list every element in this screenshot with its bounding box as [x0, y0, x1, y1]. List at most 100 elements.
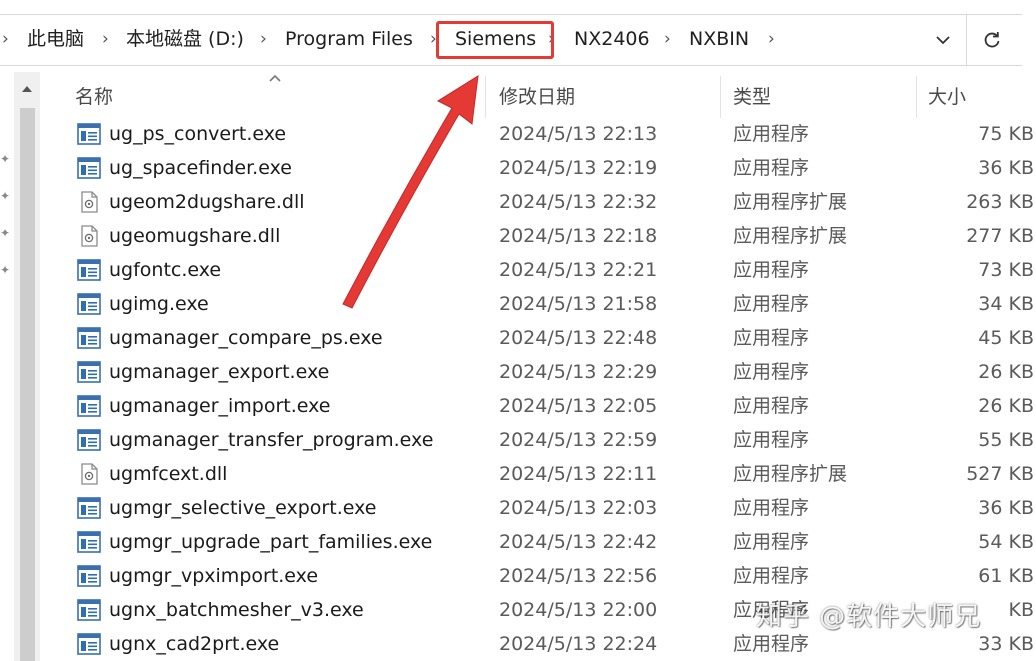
column-header-size[interactable]: 大小	[928, 85, 966, 109]
pin-icon: ✦	[0, 152, 11, 166]
file-size: 26 KB	[978, 361, 1034, 383]
column-divider[interactable]	[916, 76, 917, 118]
file-row[interactable]: ugfontc.exe 2024/5/13 22:21 应用程序 73 KB	[40, 253, 1036, 287]
file-name: ugimg.exe	[109, 293, 209, 315]
scroll-up-button[interactable]	[14, 76, 40, 102]
sort-ascending-icon	[268, 68, 282, 87]
address-bar[interactable]: › 此电脑 › 本地磁盘 (D:) › Program Files › Siem…	[0, 14, 1022, 66]
file-size: KB	[1008, 599, 1035, 621]
file-row[interactable]: ugmgr_selective_export.exe 2024/5/13 22:0…	[40, 491, 1036, 525]
dll-icon	[77, 191, 101, 213]
file-modified-date: 2024/5/13 22:21	[499, 259, 658, 281]
file-row[interactable]: ugmfcext.dll 2024/5/13 22:11 应用程序扩展 527 KB	[40, 457, 1036, 491]
file-row[interactable]: ugmanager_transfer_program.exe 2024/5/13 …	[40, 423, 1036, 457]
file-size: 527 KB	[966, 463, 1034, 485]
file-row[interactable]: ugeom2dugshare.dll 2024/5/13 22:32 应用程序扩展 2…	[40, 185, 1036, 219]
breadcrumb-separator-icon[interactable]: ›	[664, 27, 671, 51]
file-row[interactable]: ugeomugshare.dll 2024/5/13 22:18 应用程序扩展 277…	[40, 219, 1036, 253]
exe-icon	[77, 259, 101, 281]
column-divider[interactable]	[720, 76, 721, 118]
refresh-icon	[984, 32, 1000, 48]
column-header-date[interactable]: 修改日期	[499, 85, 575, 109]
exe-icon	[77, 531, 101, 553]
file-name: ugmanager_export.exe	[109, 361, 330, 383]
exe-icon	[77, 361, 101, 383]
pin-icon: ✦	[0, 226, 11, 240]
exe-icon	[77, 395, 101, 417]
file-row[interactable]: ugmgr_vpximport.exe 2024/5/13 22:56 应用程序 61…	[40, 559, 1036, 593]
breadcrumb-separator-icon[interactable]: ›	[260, 27, 267, 51]
file-size: 36 KB	[978, 497, 1034, 519]
breadcrumb-separator-icon[interactable]: ›	[102, 27, 109, 51]
file-row[interactable]: ug_ps_convert.exe 2024/5/13 22:13 应用程序 75 K…	[40, 117, 1036, 151]
file-name: ug_ps_convert.exe	[109, 123, 287, 145]
file-size: 55 KB	[978, 429, 1034, 451]
file-type: 应用程序	[733, 259, 810, 281]
file-name: ugmgr_selective_export.exe	[109, 497, 377, 519]
file-type: 应用程序扩展	[733, 191, 848, 213]
file-type: 应用程序	[733, 531, 810, 553]
breadcrumb-nx2406[interactable]: NX2406	[574, 26, 650, 52]
breadcrumb-this-pc[interactable]: 此电脑	[27, 26, 84, 52]
file-row[interactable]: ugmanager_export.exe 2024/5/13 22:29 应用程序 2…	[40, 355, 1036, 389]
column-divider[interactable]	[485, 76, 486, 118]
breadcrumb-nxbin[interactable]: NXBIN	[689, 26, 749, 52]
column-header-type[interactable]: 类型	[733, 85, 771, 109]
file-modified-date: 2024/5/13 22:48	[499, 327, 658, 349]
file-type: 应用程序	[733, 157, 810, 179]
file-type: 应用程序扩展	[733, 225, 848, 247]
exe-icon	[77, 565, 101, 587]
file-type: 应用程序	[733, 327, 810, 349]
breadcrumb-program-files[interactable]: Program Files	[285, 26, 413, 52]
file-type: 应用程序	[733, 429, 810, 451]
file-modified-date: 2024/5/13 22:13	[499, 123, 658, 145]
file-size: 263 KB	[966, 191, 1034, 213]
watermark-text: 知乎 @软件大师兄	[756, 602, 982, 632]
breadcrumb-separator-icon: ›	[2, 29, 9, 49]
file-modified-date: 2024/5/13 22:42	[499, 531, 658, 553]
file-type: 应用程序	[733, 497, 810, 519]
file-modified-date: 2024/5/13 22:18	[499, 225, 658, 247]
highlight-box	[436, 21, 554, 59]
pin-icon: ✦	[0, 263, 11, 277]
file-type: 应用程序	[733, 633, 810, 655]
file-size: 54 KB	[978, 531, 1034, 553]
exe-icon	[77, 429, 101, 451]
exe-icon	[77, 157, 101, 179]
pin-icon: ✦	[0, 189, 11, 203]
file-size: 26 KB	[978, 395, 1034, 417]
file-size: 36 KB	[978, 157, 1034, 179]
chevron-down-icon	[936, 36, 950, 45]
address-history-dropdown[interactable]	[921, 15, 965, 65]
file-type: 应用程序	[733, 565, 810, 587]
refresh-button[interactable]	[967, 15, 1017, 65]
file-name: ugmgr_upgrade_part_families.exe	[109, 531, 433, 553]
breadcrumb-local-disk-d[interactable]: 本地磁盘 (D:)	[126, 26, 244, 52]
file-size: 34 KB	[978, 293, 1034, 315]
scrollbar-thumb[interactable]	[20, 108, 35, 661]
file-type: 应用程序扩展	[733, 463, 848, 485]
breadcrumb-separator-icon[interactable]: ›	[768, 27, 775, 51]
file-modified-date: 2024/5/13 22:00	[499, 599, 658, 621]
file-row[interactable]: ugmanager_compare_ps.exe 2024/5/13 22:48 应…	[40, 321, 1036, 355]
file-row[interactable]: ugmgr_upgrade_part_families.exe 2024/5/13…	[40, 525, 1036, 559]
dll-icon	[77, 463, 101, 485]
file-modified-date: 2024/5/13 22:29	[499, 361, 658, 383]
file-name: ugmanager_compare_ps.exe	[109, 327, 383, 349]
dll-icon	[77, 225, 101, 247]
file-modified-date: 2024/5/13 22:05	[499, 395, 658, 417]
file-modified-date: 2024/5/13 22:56	[499, 565, 658, 587]
file-modified-date: 2024/5/13 22:03	[499, 497, 658, 519]
file-type: 应用程序	[733, 293, 810, 315]
file-name: ugnx_cad2prt.exe	[109, 633, 280, 655]
nav-pane-scrollbar[interactable]	[14, 72, 40, 661]
column-header-name[interactable]: 名称	[75, 85, 113, 109]
file-row[interactable]: ugmanager_import.exe 2024/5/13 22:05 应用程序 2…	[40, 389, 1036, 423]
file-row[interactable]: ug_spacefinder.exe 2024/5/13 22:19 应用程序 36 …	[40, 151, 1036, 185]
file-size: 45 KB	[978, 327, 1034, 349]
file-name: ugmanager_transfer_program.exe	[109, 429, 434, 451]
file-row[interactable]: ugimg.exe 2024/5/13 21:58 应用程序 34 KB	[40, 287, 1036, 321]
file-name: ugmgr_vpximport.exe	[109, 565, 319, 587]
file-modified-date: 2024/5/13 22:11	[499, 463, 658, 485]
file-name: ugfontc.exe	[109, 259, 222, 281]
